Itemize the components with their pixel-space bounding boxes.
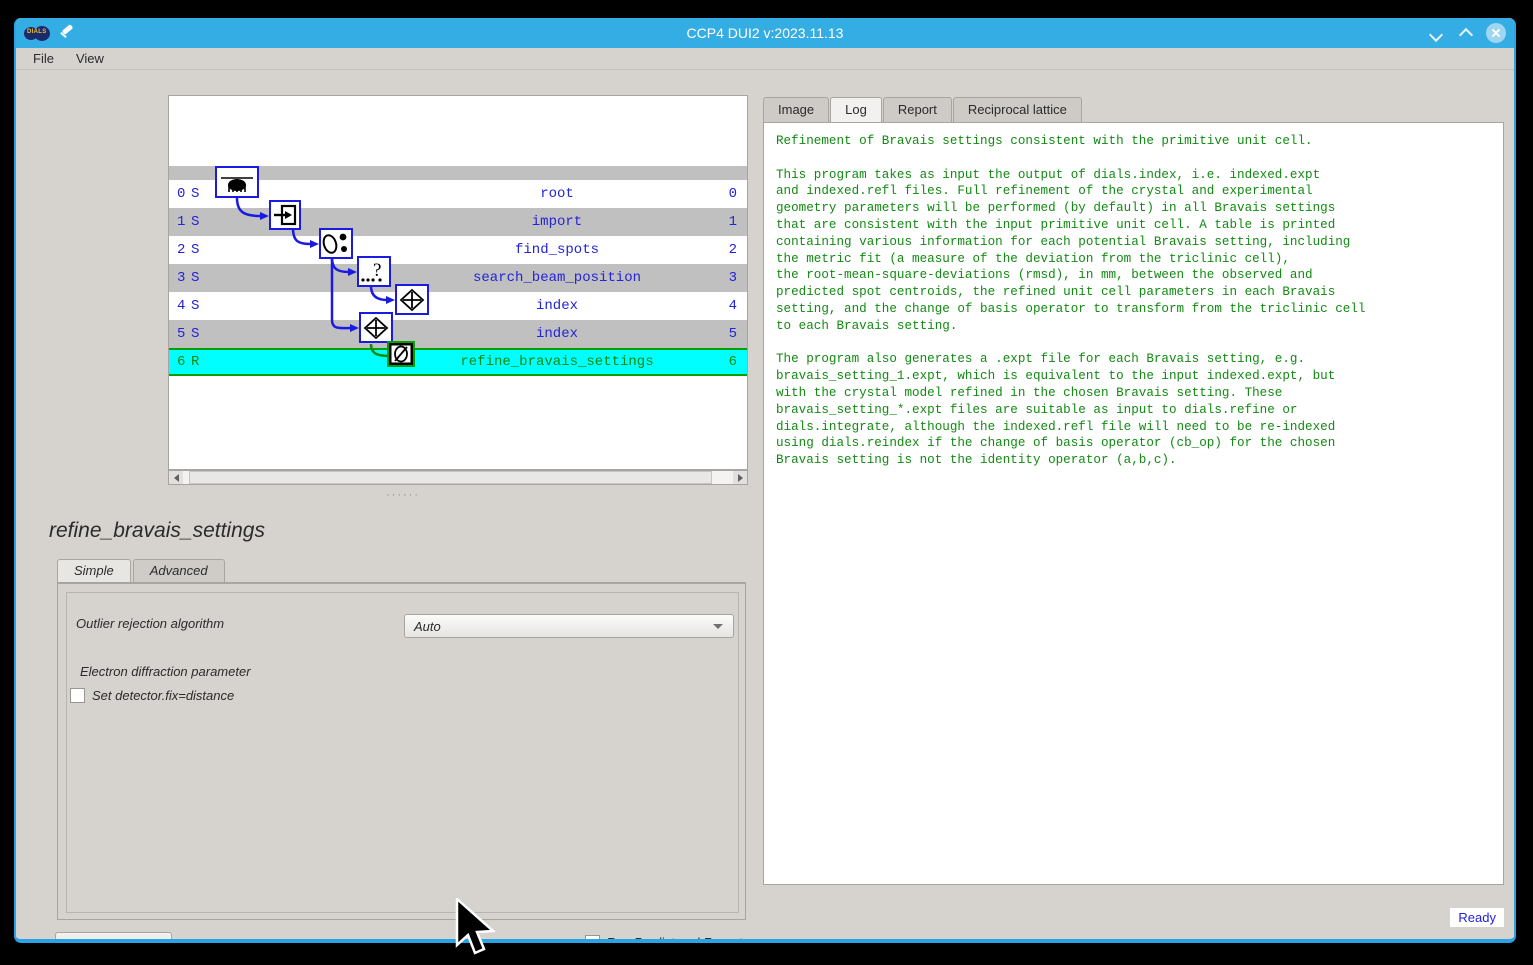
row-state: S [191, 326, 200, 342]
parameter-tabs: Simple Advanced [57, 559, 746, 583]
row-index: 2 [177, 242, 186, 258]
menu-view[interactable]: View [67, 49, 113, 68]
row-name: index [535, 298, 578, 314]
tab-image[interactable]: Image [763, 97, 830, 122]
parameter-inner-frame [66, 592, 739, 913]
log-output-panel[interactable]: Refinement of Bravais settings consisten… [763, 122, 1504, 885]
tab-report[interactable]: Report [882, 97, 952, 122]
minimize-icon[interactable] [1426, 23, 1446, 43]
row-name: refine_bravais_settings [460, 354, 654, 370]
log-text: Refinement of Bravais settings consisten… [776, 134, 1366, 468]
row-state: S [191, 186, 200, 202]
window-title: CCP4 DUI2 v:2023.11.13 [686, 25, 844, 41]
close-icon[interactable] [1486, 23, 1506, 43]
row-name: index [535, 326, 578, 342]
table-row-selected[interactable]: 6 R refine_bravais_settings 6 [169, 348, 747, 376]
tab-reciprocal-lattice[interactable]: Reciprocal lattice [952, 97, 1082, 122]
row-state: S [191, 214, 200, 230]
status-badge: Ready [1450, 908, 1504, 927]
run-predict-report-row[interactable]: Run Predict and Report [585, 935, 743, 943]
row-index: 4 [177, 298, 186, 314]
output-tabs: Image Log Report Reciprocal lattice [763, 96, 1083, 122]
fix-distance-label: Set detector.fix=distance [92, 688, 235, 703]
row-state: S [191, 298, 200, 314]
maximize-icon[interactable] [1456, 23, 1476, 43]
title-bar: DIALS CCP4 DUI2 v:2023.11.13 [16, 18, 1514, 48]
table-row[interactable]: 2 S find_spots 2 [169, 236, 747, 264]
scroll-right-arrow-icon[interactable] [733, 471, 747, 484]
menu-bar: File View [16, 48, 1514, 70]
table-row[interactable]: 4 S index 4 [169, 292, 747, 320]
row-index: 3 [177, 270, 186, 286]
window-controls [1426, 18, 1506, 48]
pin-icon[interactable] [59, 25, 75, 41]
chevron-down-icon [713, 623, 723, 629]
splitter-handle[interactable]: ······ [386, 489, 420, 501]
row-num: 2 [728, 242, 737, 258]
table-row[interactable]: 5 S index 5 [169, 320, 747, 348]
outlier-rejection-label: Outlier rejection algorithm [76, 616, 225, 631]
tree-top-blank [169, 96, 747, 166]
pipeline-tree[interactable]: 0 S root 0 1 S import 1 2 S find_spots 2… [168, 95, 748, 470]
row-name: root [540, 186, 574, 202]
tab-simple[interactable]: Simple [57, 559, 131, 582]
electron-diffraction-section-label: Electron diffraction parameter [80, 664, 251, 679]
run-predict-report-label: Run Predict and Report [607, 935, 743, 943]
row-index: 5 [177, 326, 186, 342]
tab-advanced[interactable]: Advanced [132, 559, 225, 582]
scroll-track[interactable] [183, 471, 733, 484]
table-row[interactable]: 1 S import 1 [169, 208, 747, 236]
dials-logo-text: DIALS [27, 28, 47, 35]
row-name: find_spots [514, 242, 599, 258]
fix-distance-row[interactable]: Set detector.fix=distance [70, 688, 234, 703]
row-index: 1 [177, 214, 186, 230]
table-row[interactable]: 3 S search_beam_position 3 [169, 264, 747, 292]
row-num: 3 [728, 270, 737, 286]
row-num: 4 [728, 298, 737, 314]
row-num: 0 [728, 186, 737, 202]
row-name: search_beam_position [472, 270, 642, 286]
main-window: DIALS CCP4 DUI2 v:2023.11.13 File View 0… [14, 18, 1516, 943]
row-num: 5 [728, 326, 737, 342]
parameter-panel: Outlier rejection algorithm Auto Electro… [57, 583, 746, 920]
menu-file[interactable]: File [24, 49, 63, 68]
tab-log[interactable]: Log [830, 97, 882, 122]
row-state: S [191, 242, 200, 258]
right-pane: Image Log Report Reciprocal lattice Refi… [757, 71, 1514, 939]
status-bar: Ready [1450, 908, 1504, 927]
tree-separator [169, 166, 747, 180]
fix-distance-checkbox[interactable] [70, 688, 85, 703]
row-state: S [191, 270, 200, 286]
table-row[interactable]: 0 S root 0 [169, 180, 747, 208]
run-predict-report-checkbox[interactable] [585, 935, 601, 939]
row-num: 1 [728, 214, 737, 230]
scroll-left-arrow-icon[interactable] [169, 471, 183, 484]
page-title: refine_bravais_settings [49, 519, 265, 542]
row-index: 6 [177, 354, 186, 370]
main-body: 0 S root 0 1 S import 1 2 S find_spots 2… [16, 71, 1514, 939]
outlier-rejection-select[interactable]: Auto [404, 614, 734, 638]
outlier-rejection-value: Auto [414, 618, 441, 634]
row-state: R [191, 354, 200, 370]
dials-logo-icon: DIALS [24, 25, 50, 41]
scroll-thumb[interactable] [189, 471, 712, 484]
row-name: import [531, 214, 583, 230]
reset-to-default-button[interactable]: Reset to default [55, 932, 173, 939]
tree-horizontal-scrollbar[interactable] [168, 470, 748, 485]
row-num: 6 [728, 354, 737, 370]
row-index: 0 [177, 186, 186, 202]
left-pane: 0 S root 0 1 S import 1 2 S find_spots 2… [16, 71, 757, 939]
